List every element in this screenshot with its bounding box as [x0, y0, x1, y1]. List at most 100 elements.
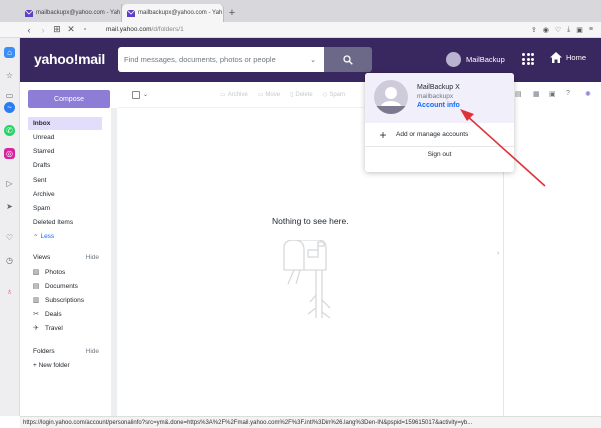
view-documents[interactable]: ▤ Documents [32, 282, 78, 291]
shield-icon: ◇ [322, 92, 328, 98]
search-input[interactable]: Find messages, documents, photos or peop… [118, 47, 324, 72]
chevron-down-icon[interactable]: ⌄ [143, 91, 148, 98]
archive-icon: ▭ [220, 92, 226, 98]
calendar-icon[interactable]: ▦ [533, 90, 540, 98]
reader-icon[interactable]: ▣ [576, 26, 583, 34]
heart-icon[interactable]: ♡ [555, 26, 561, 34]
plane-icon: ✈ [33, 325, 39, 332]
new-folder-link[interactable]: + New folder [33, 362, 70, 369]
notepad-icon[interactable]: ▣ [549, 90, 556, 98]
share-icon[interactable]: ⇪ [531, 26, 537, 34]
instagram-icon[interactable]: ◎ [4, 148, 15, 159]
star-icon[interactable]: ☆ [4, 70, 15, 81]
pin-icon[interactable]: ♁ [4, 286, 15, 297]
apps-grid-icon[interactable] [522, 53, 534, 65]
download-icon[interactable]: ⤓ [567, 26, 570, 34]
account-menu: MailBackup X mailbackupx Account info + … [365, 73, 514, 172]
folder-starred[interactable]: Starred [28, 145, 102, 158]
url-field[interactable]: mail.yahoo.com/d/folders/1 [106, 26, 184, 33]
tab-title: mailbackupx@yahoo.com - Yah [36, 10, 121, 16]
right-rail [504, 82, 601, 416]
messenger-icon[interactable]: ~ [4, 102, 15, 113]
spam-button[interactable]: ◇ Spam [322, 91, 345, 99]
account-button[interactable]: MailBackup [446, 52, 505, 67]
account-display-name: MailBackup X [417, 84, 460, 91]
whatsapp-icon[interactable]: ✆ [4, 125, 15, 136]
settings-gear-icon[interactable]: ✺ [585, 90, 591, 98]
send-icon[interactable]: ➤ [4, 201, 15, 212]
document-icon: ▤ [32, 283, 40, 290]
move-button[interactable]: ▭ Move [257, 91, 280, 99]
compose-button[interactable]: Compose [28, 90, 110, 108]
clock-icon[interactable]: ◷ [4, 255, 15, 266]
trash-icon: ▯ [290, 92, 294, 98]
help-icon[interactable]: ? [566, 90, 570, 97]
empty-state-text: Nothing to see here. [272, 216, 349, 226]
play-icon[interactable]: ▷ [4, 178, 15, 189]
mail-icon [127, 9, 135, 17]
delete-button[interactable]: ▯ Delete [290, 91, 313, 99]
folder-spam[interactable]: Spam [28, 202, 102, 215]
user-silhouette-icon [374, 87, 408, 114]
folders-hide-link[interactable]: Hide [86, 348, 99, 355]
tabs-grid-icon[interactable]: ⊞ [50, 24, 64, 35]
folder-archive[interactable]: Archive [28, 188, 102, 201]
browser-tab-bar: mailbackupx@yahoo.com - Yah mailbackupx@… [0, 0, 601, 22]
reload-icon[interactable]: ✕ [64, 24, 78, 35]
heart-icon[interactable]: ♡ [4, 232, 15, 243]
sign-out-item[interactable]: Sign out [365, 151, 514, 158]
mail-sidebar: Compose Inbox Unread Starred Drafts Sent… [20, 82, 118, 416]
home-icon [550, 52, 562, 63]
views-section-header: Views Hide [33, 254, 99, 261]
camera-icon[interactable]: ◉ [543, 26, 549, 34]
avatar [446, 52, 461, 67]
address-bar-row: ‹ › ⊞ ✕ ▫ mail.yahoo.com/d/folders/1 ⇪ ◉… [0, 22, 601, 38]
archive-button[interactable]: ▭ Archive [220, 91, 248, 99]
chevron-down-icon[interactable]: ⌄ [310, 56, 316, 64]
contacts-icon[interactable]: ▤ [515, 90, 522, 98]
folder-drafts[interactable]: Drafts [28, 159, 102, 172]
move-icon: ▭ [257, 92, 264, 98]
account-email: mailbackupx [417, 93, 454, 100]
browser-tab[interactable]: mailbackupx@yahoo.com - Yah [20, 4, 122, 22]
less-toggle[interactable]: ⌃ Less [28, 230, 102, 243]
menu-icon[interactable]: ≡ [589, 26, 593, 34]
view-photos[interactable]: ▨ Photos [32, 268, 66, 277]
home-button[interactable]: Home [550, 52, 586, 63]
back-icon[interactable]: ‹ [22, 25, 36, 35]
browser-tab-active[interactable]: mailbackupx@yahoo.com - Yah × [122, 4, 224, 22]
history-icon[interactable]: ▭ [4, 90, 15, 101]
scissors-icon: ✂ [33, 311, 39, 318]
yahoo-mail-logo[interactable]: yahoo!mail [34, 51, 105, 67]
avatar [374, 80, 408, 114]
folder-sent[interactable]: Sent [28, 174, 102, 187]
view-subscriptions[interactable]: ▥ Subscriptions [32, 296, 84, 305]
lock-icon: ▫ [83, 26, 87, 33]
mailbox-illustration [283, 240, 331, 319]
views-hide-link[interactable]: Hide [86, 254, 99, 261]
view-travel[interactable]: ✈ Travel [32, 324, 63, 333]
folder-unread[interactable]: Unread [28, 131, 102, 144]
mail-icon [25, 9, 33, 17]
chevron-right-icon[interactable]: › [493, 250, 503, 262]
folders-section-header: Folders Hide [33, 348, 99, 355]
photo-icon: ▨ [32, 269, 40, 276]
sidebar-scrollbar[interactable] [111, 108, 117, 416]
browser-sidebar: ⌂ ☆ ▭ ~ ✆ ◎ ▷ ➤ ♡ ◷ ♁ [0, 38, 20, 416]
view-deals[interactable]: ✂ Deals [32, 310, 62, 319]
search-icon [343, 54, 353, 65]
home-icon[interactable]: ⌂ [4, 47, 15, 58]
folder-deleted-items[interactable]: Deleted Items [28, 216, 102, 229]
select-all-checkbox[interactable] [132, 90, 140, 99]
account-info-link[interactable]: Account info [417, 102, 460, 109]
status-bar: https://login.yahoo.com/account/personal… [20, 416, 601, 428]
plus-icon: + [379, 127, 387, 142]
chevron-up-icon: ⌃ [33, 233, 39, 241]
subscriptions-icon: ▥ [32, 297, 40, 304]
new-tab-button[interactable]: + [224, 4, 240, 22]
add-accounts-item[interactable]: + Add or manage accounts [365, 123, 514, 147]
folder-inbox[interactable]: Inbox [28, 117, 102, 130]
tab-title: mailbackupx@yahoo.com - Yah [138, 10, 223, 16]
search-button[interactable] [324, 47, 372, 72]
forward-icon[interactable]: › [36, 25, 50, 35]
